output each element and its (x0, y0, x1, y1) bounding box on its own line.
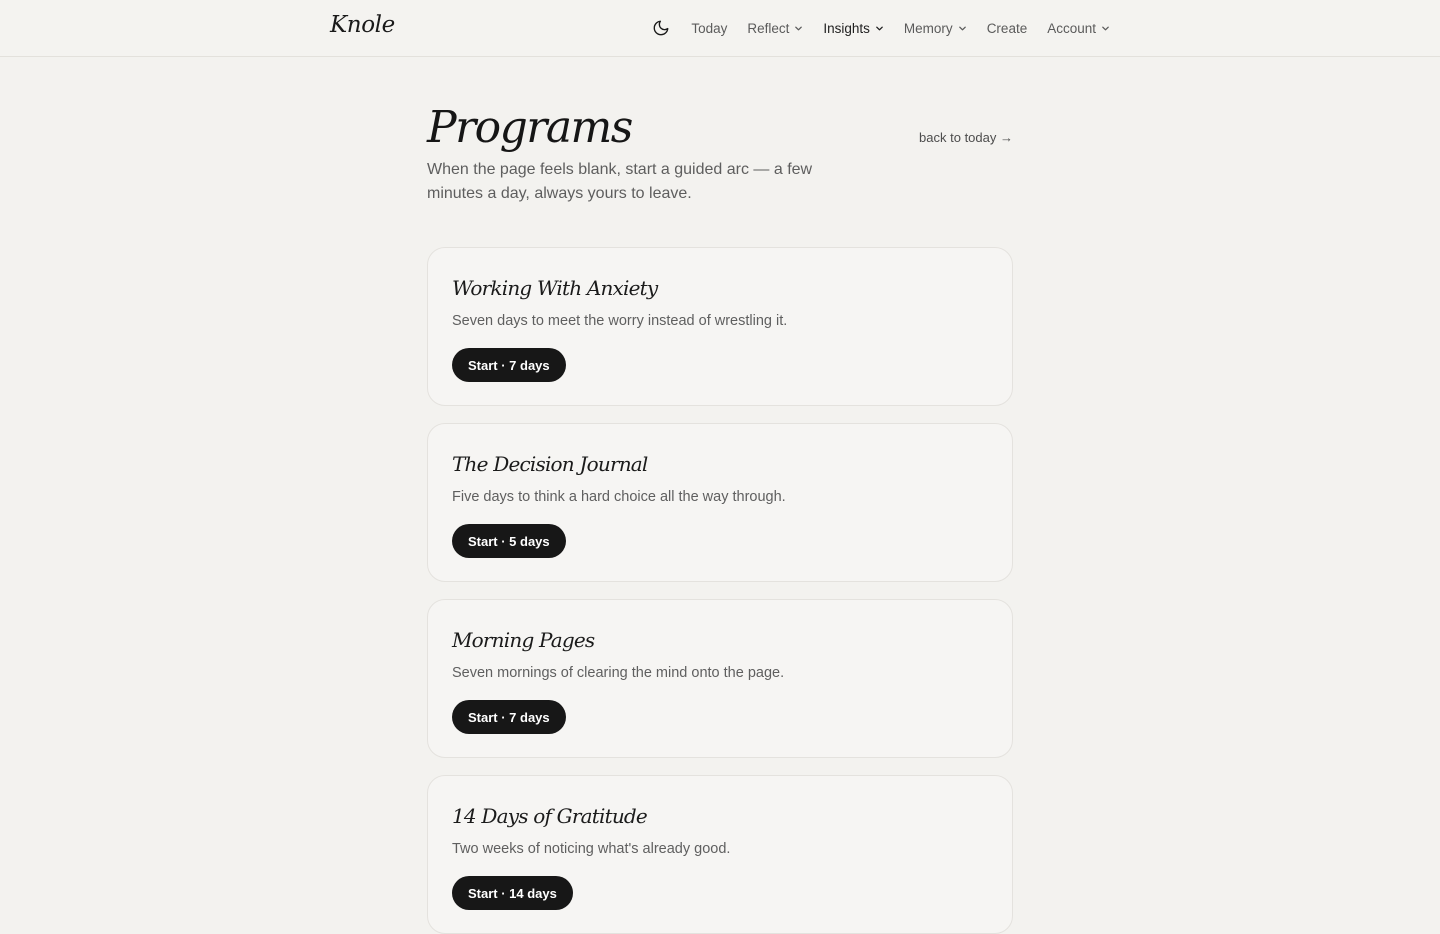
start-program-button[interactable]: Start · 7 days (452, 700, 566, 734)
nav-memory-label: Memory (903, 20, 953, 36)
program-title: The Decision Journal (452, 452, 648, 476)
nav-today-label: Today (691, 20, 728, 36)
program-title: Morning Pages (452, 628, 595, 652)
nav-reflect-label: Reflect (747, 20, 790, 36)
start-program-button[interactable]: Start · 5 days (452, 524, 566, 558)
nav-today[interactable]: Today (691, 21, 727, 36)
program-title: 14 Days of Gratitude (452, 804, 648, 828)
program-card-decision-journal: The Decision Journal Five days to think … (427, 423, 1013, 582)
nav-insights[interactable]: Insights (823, 21, 884, 36)
nav-insights-label: Insights (823, 20, 870, 36)
program-title: Working With Anxiety (452, 276, 658, 300)
start-program-button[interactable]: Start · 7 days (452, 348, 566, 382)
back-to-today-link[interactable]: back to today → (919, 130, 1013, 145)
program-description: Seven days to meet the worry instead of … (452, 313, 788, 329)
brand-logo[interactable]: Knole (330, 12, 395, 38)
program-card-morning-pages: Morning Pages Seven mornings of clearing… (427, 599, 1013, 758)
nav-account-label: Account (1047, 20, 1096, 36)
top-nav-bar: Knole Today Reflect Insights Memory Crea… (0, 0, 1440, 57)
nav-memory[interactable]: Memory (904, 21, 967, 36)
program-description: Five days to think a hard choice all the… (452, 489, 786, 505)
nav-create-label: Create (986, 20, 1028, 36)
chevron-down-icon (876, 26, 883, 30)
main-nav: Today Reflect Insights Memory Create Acc… (651, 0, 1110, 56)
program-description: Seven mornings of clearing the mind onto… (452, 665, 785, 681)
nav-create[interactable]: Create (987, 21, 1028, 36)
chevron-down-icon (1102, 26, 1109, 30)
theme-toggle-button[interactable] (651, 18, 671, 38)
program-card-gratitude: 14 Days of Gratitude Two weeks of notici… (427, 775, 1013, 934)
program-description: Two weeks of noticing what's already goo… (452, 841, 731, 857)
start-program-button[interactable]: Start · 14 days (452, 876, 573, 910)
page-subtitle: When the page feels blank, start a guide… (427, 161, 813, 202)
page-title: Programs (427, 102, 633, 153)
chevron-down-icon (795, 26, 803, 30)
moon-icon (653, 20, 669, 36)
chevron-down-icon (958, 26, 966, 30)
nav-reflect[interactable]: Reflect (747, 21, 803, 36)
program-list: Working With Anxiety Seven days to meet … (427, 247, 1013, 934)
programs-page: Programs back to today → When the page f… (427, 100, 1013, 934)
nav-account[interactable]: Account (1047, 21, 1110, 36)
program-card-working-with-anxiety: Working With Anxiety Seven days to meet … (427, 247, 1013, 406)
